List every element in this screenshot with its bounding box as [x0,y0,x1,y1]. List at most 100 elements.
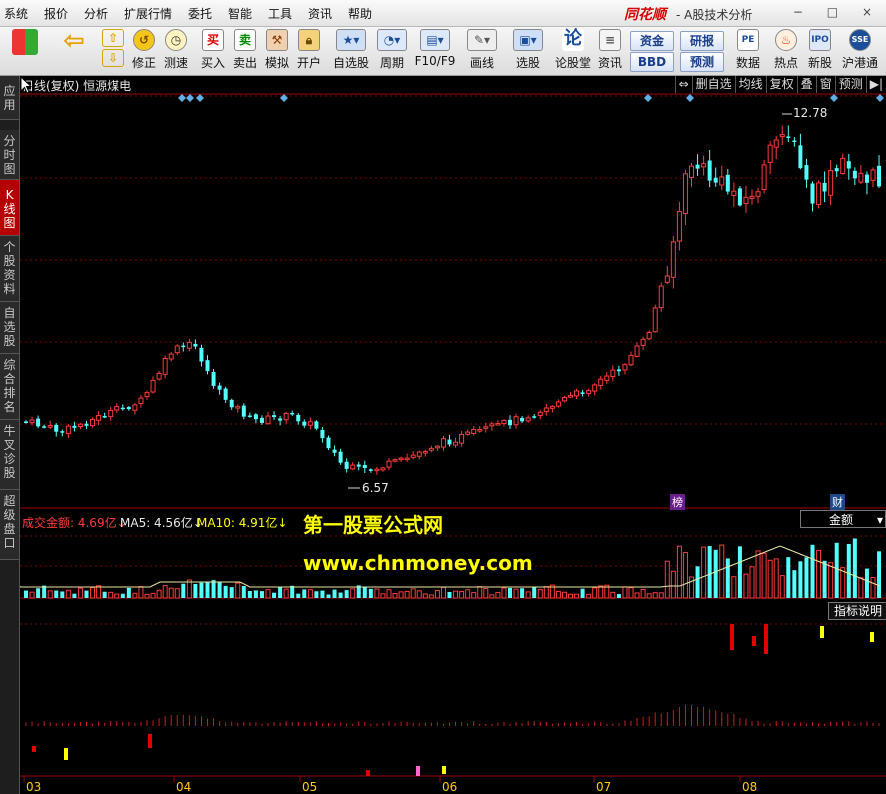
candle-body [804,165,809,180]
candle-body [302,421,307,426]
menu-item-tools[interactable]: 工具 [268,5,292,22]
menu-item-quote[interactable]: 报价 [44,5,68,22]
candle-body [749,195,755,199]
volume-bar [628,587,634,599]
side-tab-kline[interactable]: K线图 [0,180,19,236]
correct-button[interactable]: ↺ 修正 [130,29,158,73]
menu-item-help[interactable]: 帮助 [348,5,372,22]
signal-diamond-icon [830,94,838,102]
volume-bar [767,559,773,599]
hk-connect-icon: SSE [849,29,871,51]
capital-flow-button[interactable]: 资金 [630,31,674,51]
menu-item-order[interactable]: 委托 [188,5,212,22]
simulate-button[interactable]: ⚒ 模拟 [264,29,290,73]
side-tab-profile[interactable]: 个股资料 [0,236,19,302]
volume-bar [459,591,465,599]
kline-chart-area[interactable]: 03 04 05 06 07 08 日线(复权) 恒源煤电 ⇔ 删自选 均线 复权叠窗预测 ▶| … [20,76,886,794]
amount-selector[interactable]: 金额 ▾ [800,510,886,528]
watchlist-button[interactable]: ★▾ 自选股 [332,29,370,73]
window-controls[interactable]: − □ × [793,5,882,19]
tag-rank[interactable]: 榜 [670,494,685,510]
bbd-button[interactable]: BBD [630,52,674,72]
menu-item-analysis[interactable]: 分析 [84,5,108,22]
volume-bar [816,549,822,599]
brand-logo: 同花顺 [624,7,666,23]
news-button[interactable]: ≡ 资讯 [596,29,624,73]
candle-body [773,139,779,148]
forecast-toggle-button[interactable]: 预测 [834,76,866,93]
volume-bar [543,586,549,599]
candle-body [156,372,162,380]
speedtest-button[interactable]: ◷ 测速 [162,29,190,73]
volume-bar [386,589,392,599]
candle-body [810,183,815,204]
collapse-panel-icon[interactable]: ▶| [865,76,886,93]
volume-bar [368,588,373,598]
candle-body [320,429,325,439]
volume-bar [422,593,428,599]
volume-bar [616,594,621,598]
adjust-button[interactable]: 复权 [765,76,797,93]
ma-toggle-button[interactable]: 均线 [734,76,766,93]
candle-body [162,357,168,375]
forum-button[interactable]: 论 论股堂 [554,29,592,73]
side-tab-order-book[interactable]: 超级盘口 [0,490,19,560]
candle-body [193,343,198,347]
windows-layout-button[interactable] [6,29,44,73]
volume-bar [779,575,785,599]
signal-diamond-icon [196,94,204,102]
price-low-label: 6.57 [362,481,389,495]
remove-watchlist-button[interactable]: 删自选 [691,76,735,93]
f10-button[interactable]: ▤▾ F10/F9 [414,29,456,73]
volume-bar [622,586,628,599]
menu-item-system[interactable]: 系统 [4,5,28,22]
volume-bar [495,591,501,599]
back-button[interactable]: ⇦ [54,28,94,73]
candle-body [223,388,228,400]
draw-line-button[interactable]: ✎▾ 画线 [464,29,500,73]
side-tab-intraday[interactable]: 分时图 [0,130,19,180]
menu-item-extended[interactable]: 扩展行情 [124,5,172,22]
hk-connect-button[interactable]: SSE 沪港通 [840,29,880,73]
volume-bar [132,592,138,599]
candle-body [398,457,404,461]
data-button[interactable]: PE 数据 [734,29,762,73]
candle-body [241,405,246,417]
volume-bar [640,588,646,599]
chart-right-tools: ⇔ 删自选 均线 复权叠窗预测 ▶| [674,76,886,93]
lock-icon: 🔒︎ [298,29,320,51]
ipo-button[interactable]: IPO 新股 [806,29,834,73]
side-tab-ranking[interactable]: 综合排名 [0,354,19,420]
candle-body [314,421,319,429]
page-updown-button[interactable]: ⇧ ⇩ [100,29,126,73]
candle-body [253,414,258,420]
candle-body [574,390,580,397]
stock-screen-button[interactable]: ▣▾ 选股 [510,29,546,73]
forum-lun-icon: 论 [562,28,584,51]
menu-item-news[interactable]: 资讯 [308,5,332,22]
candle-body [713,177,718,183]
side-tab-apps[interactable]: 应用 [0,76,19,120]
indicator-help-button[interactable]: 指标说明 [828,602,886,620]
menu-item-smart[interactable]: 智能 [228,5,252,22]
overlay-button[interactable]: 叠 [796,76,816,93]
volume-bar [332,589,337,598]
period-button[interactable]: ◔▾ 周期 [374,29,410,73]
sell-button[interactable]: 卖 卖出 [232,29,258,73]
hotspot-button[interactable]: ♨ 热点 [772,29,800,73]
window-button[interactable]: 窗 [815,76,835,93]
buy-button[interactable]: 买 买入 [200,29,226,73]
side-tab-diagnosis[interactable]: 牛叉诊股 [0,420,19,490]
chart-canvas[interactable]: 03 04 05 06 07 08 [20,76,886,794]
candle-body [283,412,289,421]
candle-body [84,423,89,426]
open-account-button[interactable]: 🔒︎ 开户 [296,29,322,73]
research-report-button[interactable]: 研报 [680,31,724,51]
toggle-arrow-icon[interactable]: ⇔ [674,76,692,93]
tag-finance[interactable]: 财 [830,494,845,510]
candle-body [102,415,107,418]
side-tab-watchlist[interactable]: 自选股 [0,302,19,354]
forecast-button[interactable]: 预测 [680,52,724,72]
candle-body [652,307,658,333]
candle-body [828,169,834,196]
